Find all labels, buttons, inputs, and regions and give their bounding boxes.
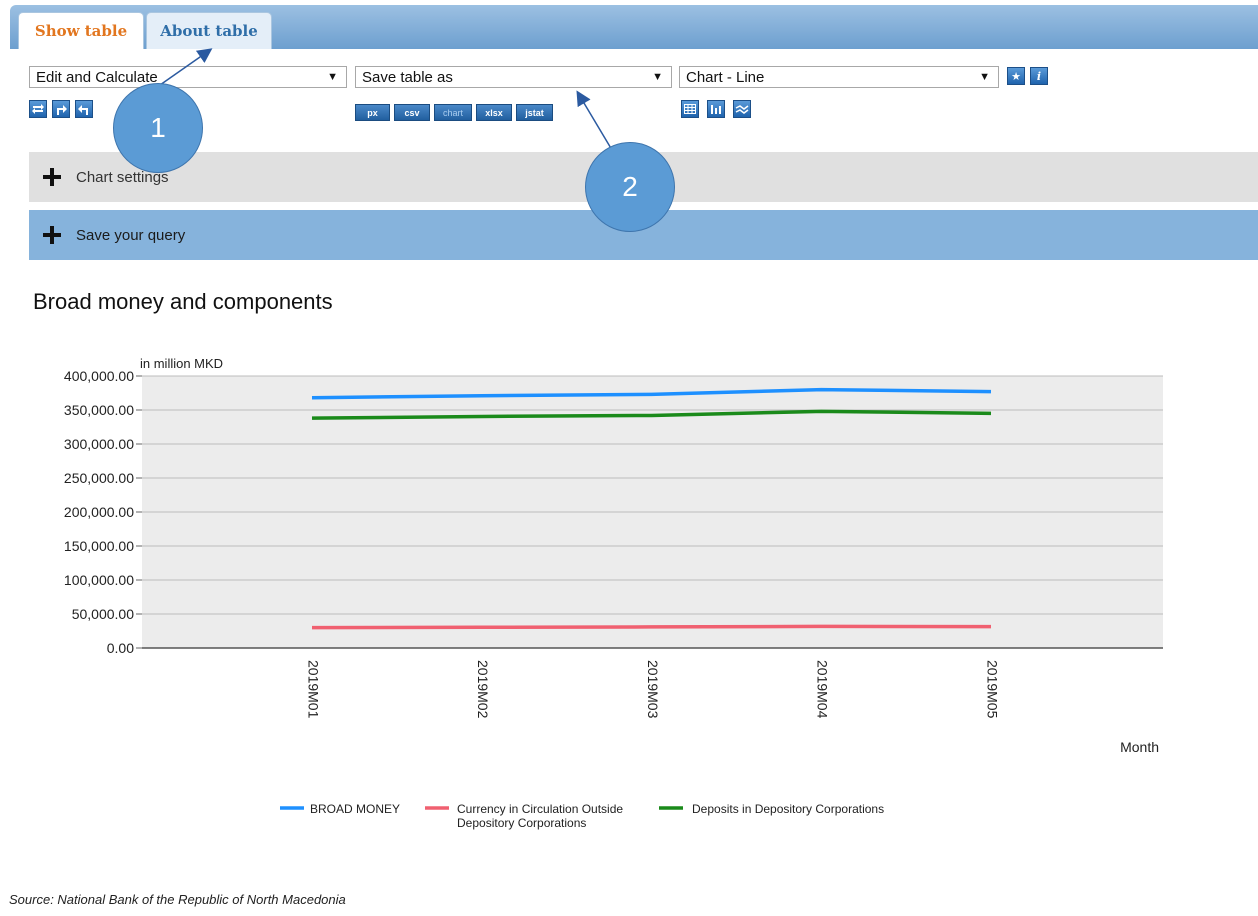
bar-chart-icon (711, 105, 721, 114)
tab-about-table[interactable]: About table (146, 12, 272, 49)
legend-label: BROAD MONEY (310, 802, 400, 816)
tab-show-table[interactable]: Show table (18, 12, 144, 49)
pivot-clockwise-button[interactable] (52, 100, 70, 118)
annotation-marker-1: 1 (113, 83, 203, 173)
save-xlsx-button[interactable]: xlsx (476, 104, 512, 121)
series-line (311, 624, 992, 630)
x-axis-label: Month (1120, 739, 1159, 755)
save-jstat-button[interactable]: jstat (516, 104, 553, 121)
table-icon (684, 104, 696, 114)
dropdown-arrow-icon: ▼ (652, 71, 663, 83)
y-tick-label: 0.00 (107, 640, 134, 656)
arrow-turn-right-icon (57, 105, 67, 115)
x-tick-label: 2019M04 (815, 660, 831, 719)
bar-chart-button[interactable] (707, 100, 725, 118)
x-tick-label: 2019M05 (984, 660, 1000, 719)
edit-calculate-select[interactable]: Edit and Calculate ▼ (29, 66, 347, 88)
y-tick-label: 150,000.00 (64, 538, 134, 554)
source-note: Source: National Bank of the Republic of… (9, 892, 346, 907)
plus-icon (43, 168, 61, 186)
chart-type-select[interactable]: Chart - Line ▼ (679, 66, 999, 88)
save-query-label: Save your query (76, 226, 186, 244)
x-tick-label: 2019M02 (475, 660, 491, 719)
favorite-star-button[interactable]: ★ (1007, 67, 1025, 85)
y-tick-label: 100,000.00 (64, 572, 134, 588)
chart-title: Broad money and components (33, 289, 333, 314)
save-csv-button[interactable]: csv (394, 104, 430, 121)
info-icon: i (1036, 69, 1042, 83)
pivot-counterclockwise-button[interactable] (75, 100, 93, 118)
star-icon: ★ (1011, 70, 1021, 83)
legend-label: Deposits in Depository Corporations (692, 802, 884, 816)
tab-bar: Show table About table (10, 5, 1258, 49)
legend-label: Currency in Circulation Outside (457, 802, 623, 816)
x-tick-label: 2019M03 (645, 660, 661, 719)
plus-icon (43, 226, 61, 244)
save-table-select[interactable]: Save table as ▼ (355, 66, 672, 88)
save-table-select-value: Save table as (362, 68, 453, 86)
save-px-button[interactable]: px (355, 104, 390, 121)
dropdown-arrow-icon: ▼ (327, 71, 338, 83)
y-tick-label: 50,000.00 (72, 606, 134, 622)
line-chart-icon (735, 105, 749, 114)
y-tick-label: 200,000.00 (64, 504, 134, 520)
info-button[interactable]: i (1030, 67, 1048, 85)
save-chart-button[interactable]: chart (434, 104, 472, 121)
table-view-button[interactable] (681, 100, 699, 118)
legend-label: Depository Corporations (457, 816, 586, 830)
y-tick-label: 350,000.00 (64, 402, 134, 418)
y-axis-label: in million MKD (140, 356, 223, 371)
line-chart-button[interactable] (733, 100, 751, 118)
y-tick-label: 250,000.00 (64, 470, 134, 486)
y-tick-label: 300,000.00 (64, 436, 134, 452)
line-chart: 0.00 50,000.00 100,000.00 150,000.00 200,000… (64, 356, 1163, 830)
pivot-button[interactable] (29, 100, 47, 118)
annotation-marker-2: 2 (585, 142, 675, 232)
x-tick-label: 2019M01 (305, 660, 321, 719)
pivot-icon (32, 104, 44, 114)
annotation-arrow-2 (576, 90, 613, 151)
dropdown-arrow-icon: ▼ (979, 71, 990, 83)
y-tick-label: 400,000.00 (64, 368, 134, 384)
arrow-turn-left-icon (78, 105, 88, 115)
edit-calculate-select-value: Edit and Calculate (36, 68, 158, 86)
chart-type-select-value: Chart - Line (686, 68, 765, 86)
